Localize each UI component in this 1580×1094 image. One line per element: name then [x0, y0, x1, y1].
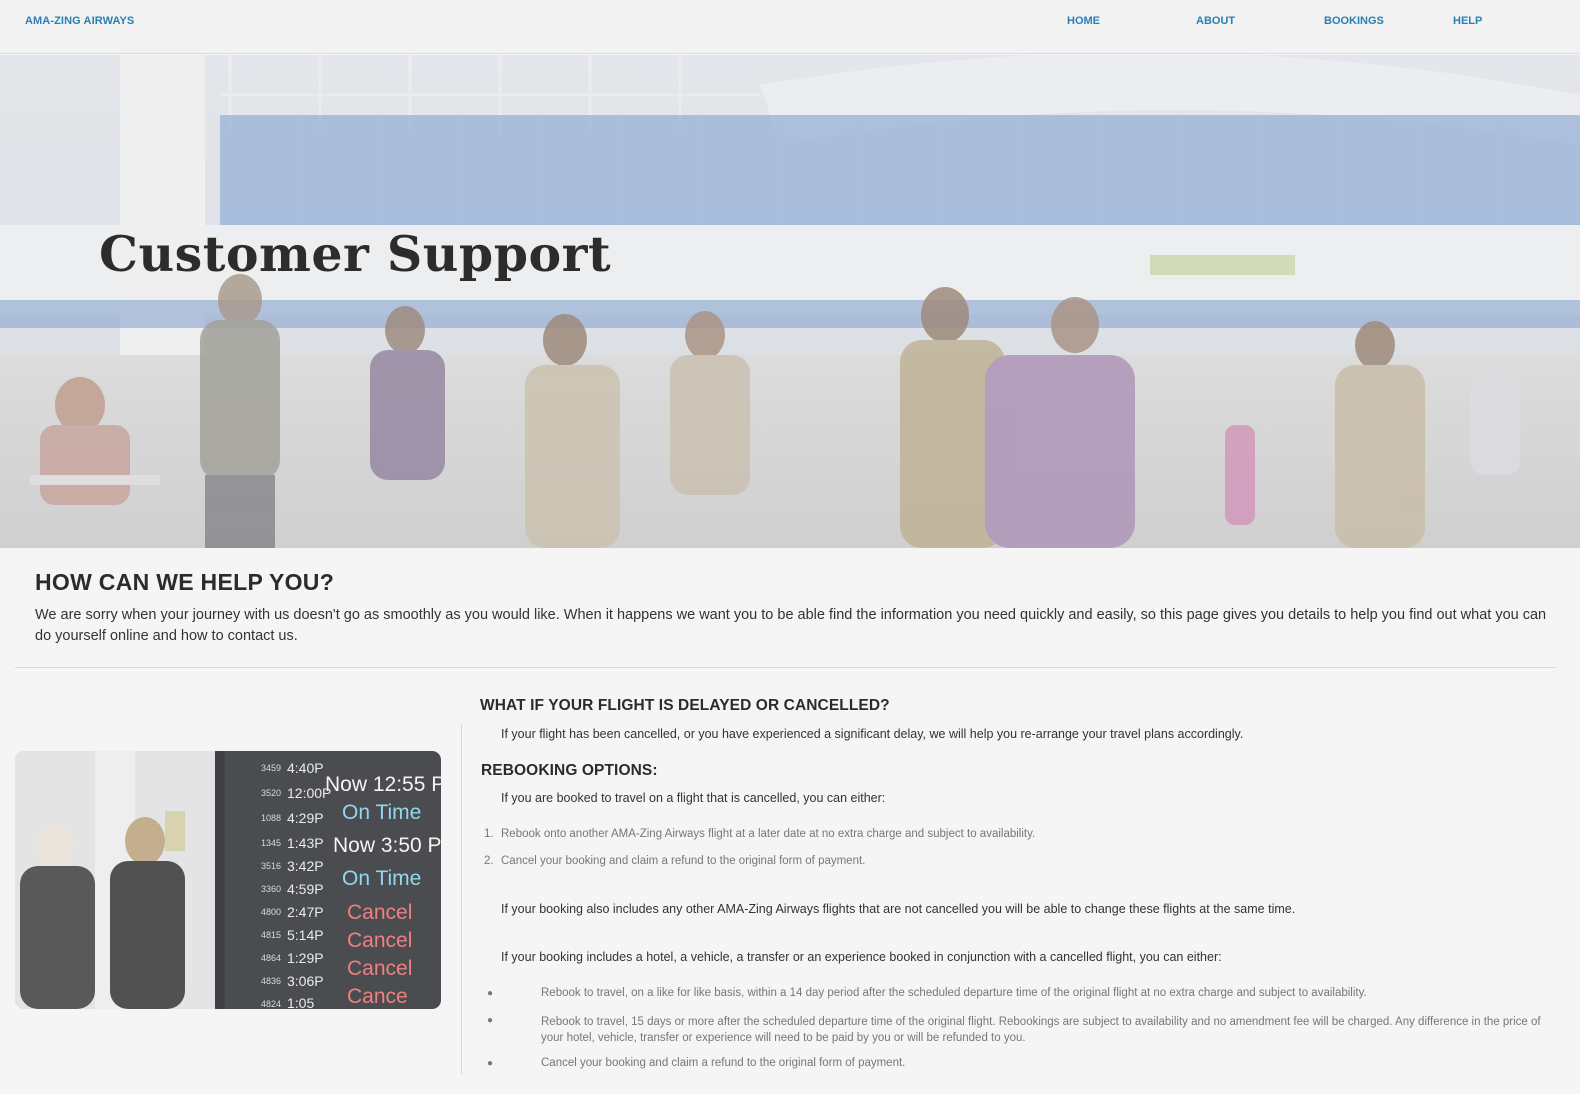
list-number: 1. [484, 828, 494, 840]
hero-airport-image [0, 55, 1580, 548]
rebooking-option: Rebook onto another AMA-Zing Airways fli… [501, 828, 1036, 840]
bullet: ● [487, 988, 494, 999]
hotel-intro-text: If your booking includes a hotel, a vehi… [501, 950, 1222, 964]
help-intro-text: We are sorry when your journey with us d… [35, 607, 1547, 644]
nav-help[interactable]: HELP [1453, 15, 1482, 27]
hero-banner: Customer Support [0, 55, 1580, 548]
nav-home[interactable]: HOME [1067, 15, 1100, 27]
nav-bookings[interactable]: BOOKINGS [1324, 15, 1384, 27]
rebooking-option: Cancel your booking and claim a refund t… [501, 855, 866, 867]
delay-text: If your flight has been cancelled, or yo… [501, 727, 1244, 741]
hotel-option: Rebook to travel, on a like for like bas… [541, 987, 1367, 999]
rebooking-heading: REBOOKING OPTIONS: [481, 762, 658, 779]
list-number: 2. [484, 855, 494, 867]
bullet: ● [487, 1058, 494, 1069]
top-navbar: AMA-ZING AIRWAYS HOME ABOUT BOOKINGS HEL… [0, 0, 1580, 54]
brand-link[interactable]: AMA-ZING AIRWAYS [25, 15, 134, 27]
column-divider [461, 724, 462, 1074]
hotel-option: Rebook to travel, 15 days or more after … [541, 1016, 1541, 1044]
hotel-option: Cancel your booking and claim a refund t… [541, 1057, 906, 1069]
section-divider [15, 667, 1556, 668]
departure-board-image: 3459 3520 1088 1345 3516 3360 4800 4815 … [15, 751, 441, 1009]
rebooking-intro: If you are booked to travel on a flight … [501, 791, 886, 805]
bullet: ● [487, 1015, 494, 1026]
rebooking-also-text: If your booking also includes any other … [501, 902, 1296, 916]
hero-title: Customer Support [99, 225, 612, 283]
nav-about[interactable]: ABOUT [1196, 15, 1235, 27]
delay-heading: WHAT IF YOUR FLIGHT IS DELAYED OR CANCEL… [480, 697, 890, 714]
help-heading: HOW CAN WE HELP YOU? [35, 569, 335, 595]
